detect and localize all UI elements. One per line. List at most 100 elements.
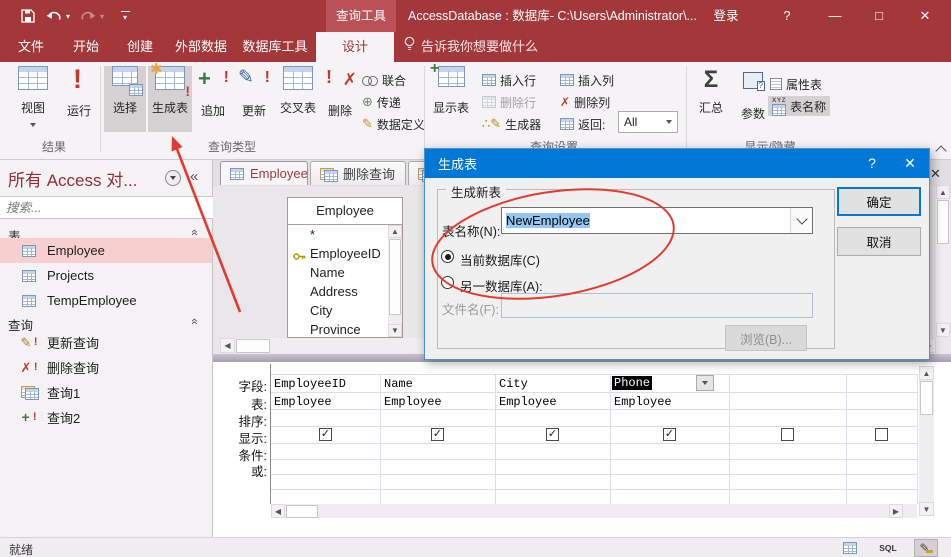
nav-item-projects[interactable]: Projects — [0, 263, 212, 288]
grid-table-cell[interactable]: Employee — [384, 395, 442, 409]
field-dropdown-icon[interactable] — [696, 375, 714, 391]
totals-button[interactable]: Σ 汇总 — [692, 66, 730, 116]
scroll-left-icon[interactable]: ◀ — [220, 338, 235, 353]
grid-table-cell[interactable]: Employee — [499, 395, 557, 409]
nav-item-employee[interactable]: Employee — [0, 238, 212, 263]
property-sheet-button[interactable]: 属性表 — [770, 74, 822, 94]
shutter-close-icon[interactable]: « — [190, 168, 198, 185]
scroll-up-icon[interactable]: ▲ — [936, 185, 950, 199]
show-checkbox[interactable] — [875, 428, 888, 441]
collapse-tables-icon[interactable]: « — [192, 224, 198, 239]
show-checkbox[interactable] — [319, 428, 332, 441]
ribbon-tab-home[interactable]: 开始 — [62, 32, 110, 62]
nav-item-query2[interactable]: +! 查询2 — [0, 405, 212, 430]
close-icon[interactable]: ✕ — [908, 0, 942, 32]
grid-field-cell-selected[interactable]: Phone — [612, 376, 652, 390]
document-tab-delete-query[interactable]: 删除查询 — [310, 161, 406, 185]
scroll-right-icon[interactable]: ▶ — [889, 504, 903, 518]
another-database-radio[interactable] — [441, 276, 454, 289]
show-checkbox[interactable] — [431, 428, 444, 441]
search-input[interactable] — [0, 197, 178, 218]
scroll-thumb[interactable] — [236, 339, 270, 353]
field-item-asterisk[interactable]: * — [288, 225, 402, 244]
current-database-label[interactable]: 当前数据库(C) — [460, 250, 540, 269]
scroll-thumb[interactable] — [920, 381, 933, 415]
qat-customize-icon[interactable]: ▾ — [118, 0, 132, 32]
insert-columns-button[interactable]: 插入列 — [560, 70, 614, 90]
sign-in-button[interactable]: 登录 — [706, 0, 746, 32]
scroll-up-icon[interactable]: ▲ — [388, 225, 402, 238]
dialog-close-icon[interactable]: ✕ — [893, 149, 927, 178]
append-query-button[interactable]: +! 追加 — [194, 66, 232, 119]
scroll-thumb[interactable] — [937, 200, 949, 244]
grid-hscrollbar[interactable]: ◀ ▶ — [271, 504, 917, 518]
dialog-title-bar[interactable]: 生成表 — [425, 149, 929, 178]
contextual-tab-query-tools[interactable]: 查询工具 — [326, 0, 396, 32]
scroll-down-icon[interactable]: ▼ — [919, 502, 934, 516]
scroll-left-icon[interactable]: ◀ — [271, 504, 285, 518]
close-document-icon[interactable]: ✕ — [930, 166, 944, 180]
grid-vscrollbar[interactable]: ▲ ▼ — [919, 366, 934, 516]
show-checkbox[interactable] — [546, 428, 559, 441]
insert-rows-button[interactable]: 插入行 — [482, 70, 536, 90]
undo-icon[interactable] — [44, 0, 64, 32]
field-list-title[interactable]: Employee — [288, 198, 402, 225]
field-item-name[interactable]: Name — [288, 263, 402, 282]
collapse-queries-icon[interactable]: « — [192, 313, 198, 328]
sql-view-icon[interactable]: SQL — [876, 539, 900, 557]
scroll-down-icon[interactable]: ▼ — [388, 324, 402, 337]
grid-table-cell[interactable]: Employee — [614, 395, 672, 409]
field-item-address[interactable]: Address — [288, 282, 402, 301]
scroll-thumb[interactable] — [286, 505, 318, 518]
chevron-down-icon[interactable] — [790, 208, 812, 233]
grid-field-cell[interactable]: EmployeeID — [274, 377, 346, 391]
ribbon-tab-database-tools[interactable]: 数据库工具 — [238, 32, 312, 62]
undo-dropdown-icon[interactable]: ▾ — [64, 0, 72, 32]
current-database-radio[interactable] — [441, 250, 454, 263]
grid-field-cell[interactable]: Name — [384, 377, 413, 391]
select-query-button[interactable]: 选择 — [104, 66, 146, 132]
show-checkbox[interactable] — [781, 428, 794, 441]
ribbon-tab-create[interactable]: 创建 — [116, 32, 164, 62]
make-table-button[interactable]: ✱! 生成表 — [148, 66, 192, 132]
table-names-button[interactable]: XYZ 表名称 — [768, 96, 830, 116]
parameters-button[interactable]: 参数 — [734, 66, 772, 122]
field-item-province[interactable]: Province — [288, 320, 402, 339]
help-button[interactable]: ? — [775, 0, 799, 32]
field-item-city[interactable]: City — [288, 301, 402, 320]
ribbon-tab-design[interactable]: 设计 — [316, 32, 394, 62]
top-pane-vscrollbar[interactable]: ▲ ▼ — [936, 185, 950, 337]
cancel-button[interactable]: 取消 — [837, 227, 921, 256]
ribbon-tab-external-data[interactable]: 外部数据 — [168, 32, 234, 62]
table-name-combobox[interactable]: NewEmployee — [501, 207, 813, 234]
datasheet-view-icon[interactable] — [838, 539, 862, 557]
maximize-icon[interactable]: □ — [862, 0, 896, 32]
scroll-thumb[interactable] — [389, 239, 401, 315]
ok-button[interactable]: 确定 — [837, 187, 921, 216]
show-table-button[interactable]: + 显示表 — [428, 66, 474, 116]
field-item-employeeid[interactable]: EmployeeID — [288, 244, 402, 263]
grid-field-cell[interactable]: City — [499, 377, 528, 391]
nav-item-update-query[interactable]: ✎! 更新查询 — [0, 330, 212, 355]
show-checkbox[interactable] — [663, 428, 676, 441]
scroll-up-icon[interactable]: ▲ — [919, 366, 934, 380]
run-button[interactable]: ! 运行 — [60, 66, 98, 119]
dialog-help-icon[interactable]: ? — [855, 149, 889, 178]
minimize-icon[interactable]: — — [818, 0, 852, 32]
grid-table-cell[interactable]: Employee — [274, 395, 332, 409]
design-view-icon[interactable]: ✎ — [914, 539, 938, 557]
nav-menu-dropdown-icon[interactable] — [165, 170, 181, 186]
crosstab-query-button[interactable]: 交叉表 — [276, 66, 320, 116]
scroll-down-icon[interactable]: ▼ — [936, 323, 950, 337]
delete-columns-button[interactable]: ✗删除列 — [560, 92, 610, 112]
return-combobox[interactable]: All — [618, 111, 678, 133]
document-tab-employee[interactable]: Employee — [220, 161, 308, 185]
builder-button[interactable]: ∴✎生成器 — [482, 114, 541, 134]
update-query-button[interactable]: ✎! 更新 — [234, 66, 274, 119]
union-query-button[interactable]: 联合 — [362, 70, 406, 90]
field-list-scrollbar[interactable]: ▲ ▼ — [388, 225, 402, 337]
ribbon-tab-file[interactable]: 文件 — [8, 32, 54, 62]
nav-item-query1[interactable]: 查询1 — [0, 380, 212, 405]
pass-through-button[interactable]: ⊕传递 — [362, 92, 401, 112]
tell-me-box[interactable]: 告诉我你想要做什么 — [404, 32, 538, 62]
